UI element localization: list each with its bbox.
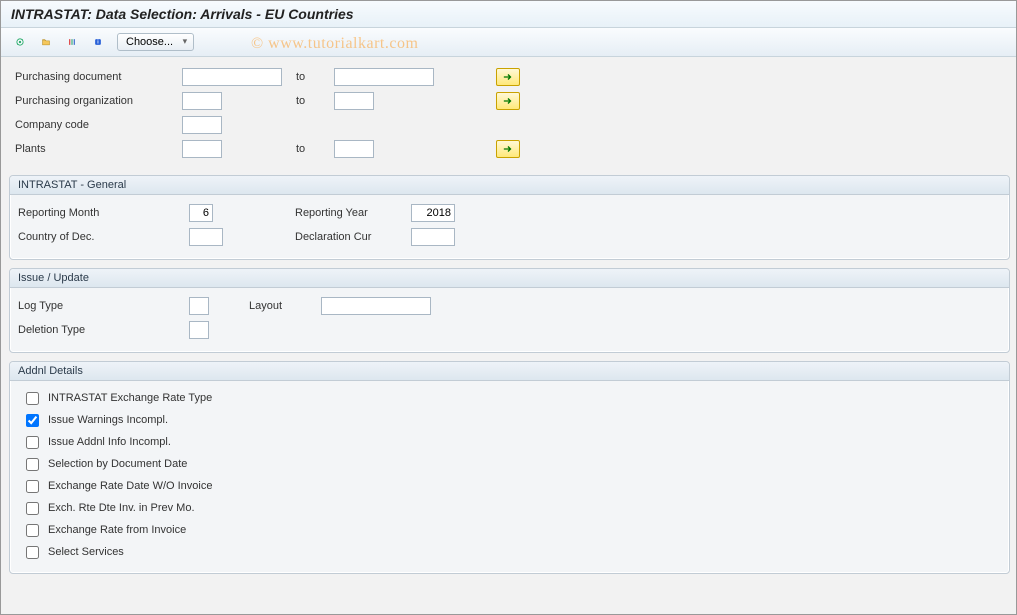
label-company-code: Company code bbox=[11, 119, 176, 131]
checkbox-row: Exchange Rate from Invoice bbox=[18, 519, 1001, 541]
log-type-input[interactable] bbox=[189, 297, 209, 315]
label-layout: Layout bbox=[235, 300, 315, 312]
panel-addnl-details: Addnl Details INTRASTAT Exchange Rate Ty… bbox=[9, 361, 1010, 574]
checkbox-label: Selection by Document Date bbox=[48, 458, 187, 470]
checkbox-6[interactable] bbox=[26, 524, 39, 537]
application-toolbar: i Choose... bbox=[1, 28, 1016, 57]
checkbox-2[interactable] bbox=[26, 436, 39, 449]
checkbox-row: Exch. Rte Dte Inv. in Prev Mo. bbox=[18, 497, 1001, 519]
plants-to-input[interactable] bbox=[334, 140, 374, 158]
checkbox-0[interactable] bbox=[26, 392, 39, 405]
checkbox-label: Issue Addnl Info Incompl. bbox=[48, 436, 171, 448]
checkbox-5[interactable] bbox=[26, 502, 39, 515]
row-purchasing-org: Purchasing organization to bbox=[11, 89, 1012, 113]
arrow-right-icon bbox=[503, 144, 513, 154]
page-title: INTRASTAT: Data Selection: Arrivals - EU… bbox=[11, 6, 1006, 22]
to-label: to bbox=[288, 95, 328, 107]
deletion-type-input[interactable] bbox=[189, 321, 209, 339]
checkbox-row: Exchange Rate Date W/O Invoice bbox=[18, 475, 1001, 497]
decl-cur-input[interactable] bbox=[411, 228, 455, 246]
checkbox-4[interactable] bbox=[26, 480, 39, 493]
row-deletion: Deletion Type bbox=[18, 318, 1001, 342]
checkbox-row: Issue Addnl Info Incompl. bbox=[18, 431, 1001, 453]
reporting-month-input[interactable] bbox=[189, 204, 213, 222]
checkbox-row: INTRASTAT Exchange Rate Type bbox=[18, 387, 1001, 409]
row-purchasing-document: Purchasing document to bbox=[11, 65, 1012, 89]
choose-dropdown[interactable]: Choose... bbox=[117, 33, 194, 51]
label-purchasing-document: Purchasing document bbox=[11, 71, 176, 83]
company-code-input[interactable] bbox=[182, 116, 222, 134]
title-bar: INTRASTAT: Data Selection: Arrivals - EU… bbox=[1, 1, 1016, 28]
row-company-code: Company code bbox=[11, 113, 1012, 137]
label-deletion-type: Deletion Type bbox=[18, 324, 183, 336]
checkbox-label: Issue Warnings Incompl. bbox=[48, 414, 168, 426]
to-label: to bbox=[288, 71, 328, 83]
row-country-decl: Country of Dec. Declaration Cur bbox=[18, 225, 1001, 249]
reporting-year-input[interactable] bbox=[411, 204, 455, 222]
panel-header-general: INTRASTAT - General bbox=[10, 176, 1009, 195]
panel-header-issue: Issue / Update bbox=[10, 269, 1009, 288]
purchasing-org-from-input[interactable] bbox=[182, 92, 222, 110]
plants-from-input[interactable] bbox=[182, 140, 222, 158]
multi-select-button[interactable] bbox=[496, 68, 520, 86]
row-log-layout: Log Type Layout bbox=[18, 294, 1001, 318]
checkbox-1[interactable] bbox=[26, 414, 39, 427]
get-variant-button[interactable] bbox=[35, 32, 57, 52]
checkbox-label: Exch. Rte Dte Inv. in Prev Mo. bbox=[48, 502, 195, 514]
info-button[interactable]: i bbox=[87, 32, 109, 52]
info-icon: i bbox=[94, 35, 102, 49]
row-reporting: Reporting Month Reporting Year bbox=[18, 201, 1001, 225]
label-country-dec: Country of Dec. bbox=[18, 231, 183, 243]
selection-block: Purchasing document to Purchasing organi… bbox=[7, 65, 1016, 167]
layout-input[interactable] bbox=[321, 297, 431, 315]
checkbox-3[interactable] bbox=[26, 458, 39, 471]
sort-button[interactable] bbox=[61, 32, 83, 52]
country-dec-input[interactable] bbox=[189, 228, 223, 246]
panel-issue-update: Issue / Update Log Type Layout Deletion … bbox=[9, 268, 1010, 353]
checkbox-label: INTRASTAT Exchange Rate Type bbox=[48, 392, 212, 404]
label-purchasing-org: Purchasing organization bbox=[11, 95, 176, 107]
folder-icon bbox=[42, 35, 50, 49]
panel-header-addnl: Addnl Details bbox=[10, 362, 1009, 381]
multi-select-button[interactable] bbox=[496, 92, 520, 110]
checkbox-row: Select Services bbox=[18, 541, 1001, 563]
sap-window: INTRASTAT: Data Selection: Arrivals - EU… bbox=[0, 0, 1017, 615]
checkbox-7[interactable] bbox=[26, 546, 39, 559]
to-label: to bbox=[288, 143, 328, 155]
arrow-right-icon bbox=[503, 72, 513, 82]
label-plants: Plants bbox=[11, 143, 176, 155]
checkbox-label: Exchange Rate from Invoice bbox=[48, 524, 186, 536]
panel-intrastat-general: INTRASTAT - General Reporting Month Repo… bbox=[9, 175, 1010, 260]
purchasing-org-to-input[interactable] bbox=[334, 92, 374, 110]
sort-icon bbox=[68, 35, 76, 49]
multi-select-button[interactable] bbox=[496, 140, 520, 158]
label-reporting-month: Reporting Month bbox=[18, 207, 183, 219]
checkbox-row: Issue Warnings Incompl. bbox=[18, 409, 1001, 431]
checkbox-row: Selection by Document Date bbox=[18, 453, 1001, 475]
choose-label: Choose... bbox=[126, 36, 173, 48]
row-plants: Plants to bbox=[11, 137, 1012, 161]
execute-button[interactable] bbox=[9, 32, 31, 52]
checkbox-label: Exchange Rate Date W/O Invoice bbox=[48, 480, 212, 492]
execute-icon bbox=[16, 35, 24, 49]
checkbox-label: Select Services bbox=[48, 546, 124, 558]
arrow-right-icon bbox=[503, 96, 513, 106]
label-reporting-year: Reporting Year bbox=[295, 207, 405, 219]
label-decl-cur: Declaration Cur bbox=[295, 231, 405, 243]
content-area: Purchasing document to Purchasing organi… bbox=[1, 57, 1016, 582]
purchasing-document-to-input[interactable] bbox=[334, 68, 434, 86]
purchasing-document-from-input[interactable] bbox=[182, 68, 282, 86]
label-log-type: Log Type bbox=[18, 300, 183, 312]
